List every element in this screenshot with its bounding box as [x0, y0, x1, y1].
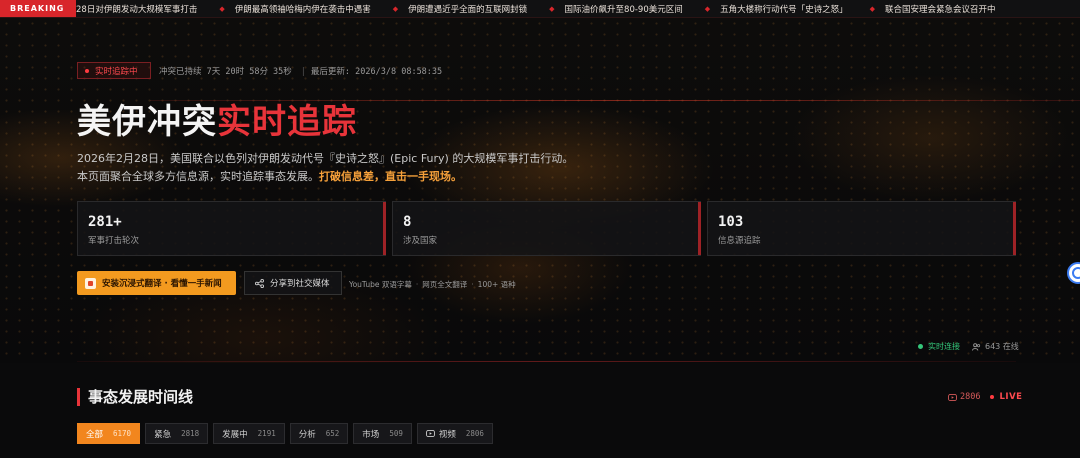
description-highlight: 打破信息差，直击一手现场。 — [319, 170, 462, 183]
breaking-ticker: BREAKING ◆28日对伊朗发动大规模军事打击 ◆伊朗最高领袖哈梅内伊在袭击… — [0, 0, 1080, 18]
share-icon — [255, 278, 264, 288]
filter-analysis[interactable]: 分析 652 — [289, 423, 349, 444]
filter-urgent[interactable]: 紧急 2818 — [145, 423, 209, 444]
stat-value: 281+ — [88, 214, 122, 230]
translate-icon — [85, 277, 96, 289]
page-title: 美伊冲突实时追踪 — [77, 102, 357, 142]
connection-status: 实时连接 643 在线 — [918, 341, 1019, 352]
realtime-connection: 实时连接 — [918, 341, 960, 352]
online-count: 643 在线 — [972, 341, 1019, 352]
video-count: 2806 — [948, 392, 980, 402]
filter-video[interactable]: 视频 2806 — [416, 423, 493, 444]
filter-count: 2806 — [465, 429, 484, 438]
timeline-meta: 2806 LIVE — [948, 392, 1022, 402]
filter-all[interactable]: 全部 6170 — [77, 423, 141, 444]
wifi-icon — [918, 344, 923, 349]
share-button[interactable]: 分享到社交媒体 — [244, 271, 342, 295]
diamond-icon: ◆ — [392, 4, 399, 13]
translate-features-note: YouTube 双语字幕 · 网页全文翻译 · 100+ 语种 — [349, 280, 516, 289]
last-update: 最后更新: 2026/3/8 08:58:35 — [310, 67, 443, 77]
conflict-duration: 冲突已持续 7天 20时 58分 35秒 — [159, 67, 292, 77]
install-translate-button[interactable]: 安装沉浸式翻译 · 看懂一手新闻 — [77, 271, 236, 295]
video-icon — [425, 430, 435, 437]
video-icon — [948, 393, 957, 401]
filter-count: 2191 — [257, 429, 276, 438]
diamond-icon: ◆ — [219, 4, 225, 13]
filter-count: 652 — [325, 429, 340, 438]
stat-card-strikes: 281+ 军事打击轮次 — [77, 201, 386, 256]
live-indicator: LIVE — [990, 392, 1022, 402]
stat-label: 涉及国家 — [403, 236, 438, 246]
stat-card-sources: 103 信息源追踪 — [707, 201, 1016, 256]
stat-card-countries: 8 涉及国家 — [392, 201, 701, 256]
timeline-title: 事态发展时间线 — [77, 388, 193, 406]
filter-count: 2818 — [181, 429, 200, 438]
stat-value: 103 — [718, 214, 744, 230]
title-accent: 实时追踪 — [217, 102, 357, 142]
filter-developing[interactable]: 发展中 2191 — [213, 423, 285, 444]
stats-row: 281+ 军事打击轮次 8 涉及国家 103 信息源追踪 — [77, 201, 1016, 256]
live-tracking-badge: 实时追踪中 — [77, 62, 151, 79]
users-icon — [972, 342, 981, 351]
ticker-item[interactable]: ◆28日对伊朗发动大规模军事打击 — [76, 3, 197, 15]
breaking-badge: BREAKING — [0, 0, 76, 17]
diamond-icon: ◆ — [704, 4, 711, 13]
filter-market[interactable]: 市场 509 — [353, 423, 412, 444]
section-divider — [77, 361, 1016, 362]
ticker-items: ◆28日对伊朗发动大规模军事打击 ◆伊朗最高领袖哈梅内伊在袭击中遇害 ◆伊朗遭遇… — [76, 3, 1018, 15]
diamond-icon: ◆ — [549, 4, 555, 13]
ticker-item[interactable]: ◆ 五角大楼称行动代号「史诗之怒」 — [705, 3, 848, 15]
ticker-item[interactable]: ◆ 伊朗遭遇近乎全面的互联网封锁 — [393, 3, 527, 15]
hero-description: 2026年2月28日，美国联合以色列对伊朗发动代号『史诗之怒』(Epic Fur… — [77, 152, 574, 183]
stat-value: 8 — [403, 214, 412, 230]
status-separator: | — [300, 67, 306, 77]
ticker-item[interactable]: ◆ 伊朗最高领袖哈梅内伊在袭击中遇害 — [219, 3, 370, 15]
ticker-item[interactable]: ◆ 联合国安理会紧急会议召开中 — [870, 3, 996, 15]
status-line: 冲突已持续 7天 20时 58分 35秒 | 最后更新: 2026/3/8 08:5… — [159, 65, 446, 77]
ticker-item[interactable]: ◆ 国际油价飙升至80-90美元区间 — [549, 3, 683, 15]
stat-label: 军事打击轮次 — [88, 236, 140, 246]
stat-label: 信息源追踪 — [718, 236, 761, 246]
filter-count: 509 — [389, 429, 403, 438]
live-dot-icon — [85, 68, 89, 73]
live-dot-icon — [990, 395, 995, 399]
filter-count: 6170 — [113, 429, 132, 438]
diamond-icon: ◆ — [869, 4, 876, 13]
timeline-filters: 全部 6170 紧急 2818 发展中 2191 分析 652 市场 509 视频 2806 — [77, 423, 493, 444]
